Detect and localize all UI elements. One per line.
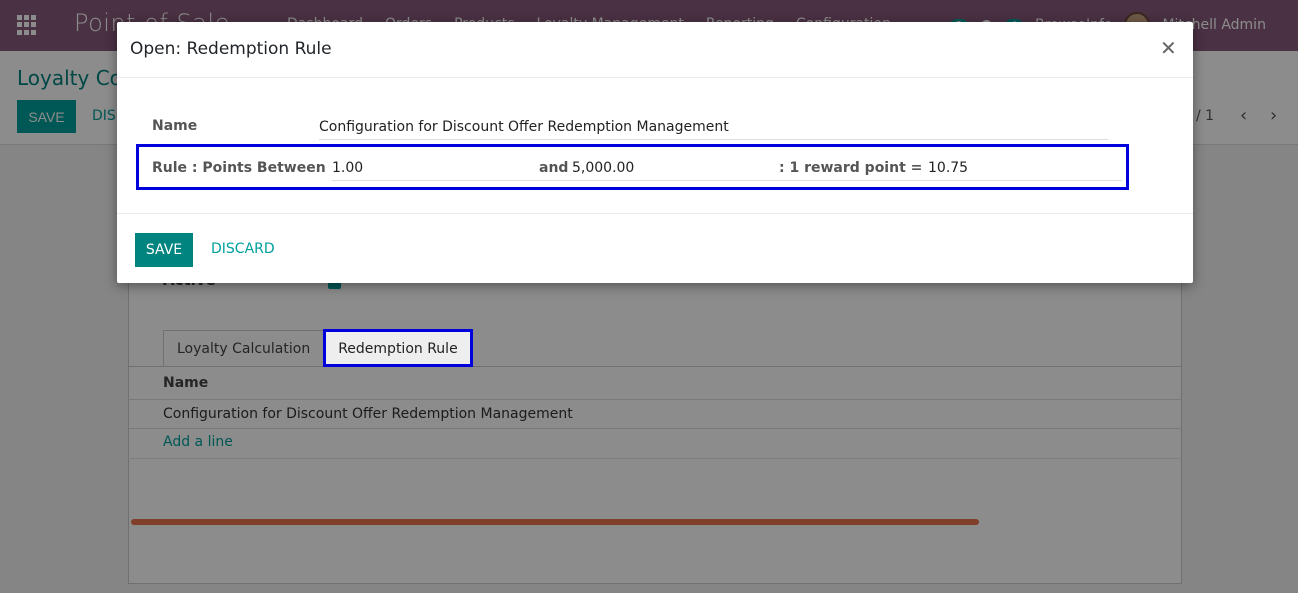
and-label: and bbox=[539, 160, 569, 176]
rule-field-underline bbox=[332, 180, 1122, 181]
name-field[interactable]: Configuration for Discount Offer Redempt… bbox=[319, 119, 729, 135]
tab-redemption-rule[interactable]: Redemption Rule bbox=[323, 329, 473, 367]
discard-button[interactable]: DISCARD bbox=[211, 241, 275, 257]
name-label: Name bbox=[152, 118, 198, 134]
modal-title: Open: Redemption Rule bbox=[130, 39, 332, 59]
modal-header: Open: Redemption Rule ✕ bbox=[117, 22, 1193, 78]
close-icon[interactable]: ✕ bbox=[1160, 38, 1177, 58]
save-button[interactable]: SAVE bbox=[135, 233, 193, 267]
name-field-underline bbox=[319, 139, 1108, 140]
reward-label: : 1 reward point = bbox=[779, 160, 923, 176]
reward-value-field[interactable]: 10.75 bbox=[928, 160, 968, 176]
redemption-rule-dialog: Open: Redemption Rule ✕ Name Configurati… bbox=[117, 22, 1193, 283]
rule-label: Rule : Points Between bbox=[152, 160, 326, 176]
points-from-field[interactable]: 1.00 bbox=[332, 160, 363, 176]
modal-footer: SAVE DISCARD bbox=[117, 213, 1193, 283]
points-to-field[interactable]: 5,000.00 bbox=[572, 160, 634, 176]
